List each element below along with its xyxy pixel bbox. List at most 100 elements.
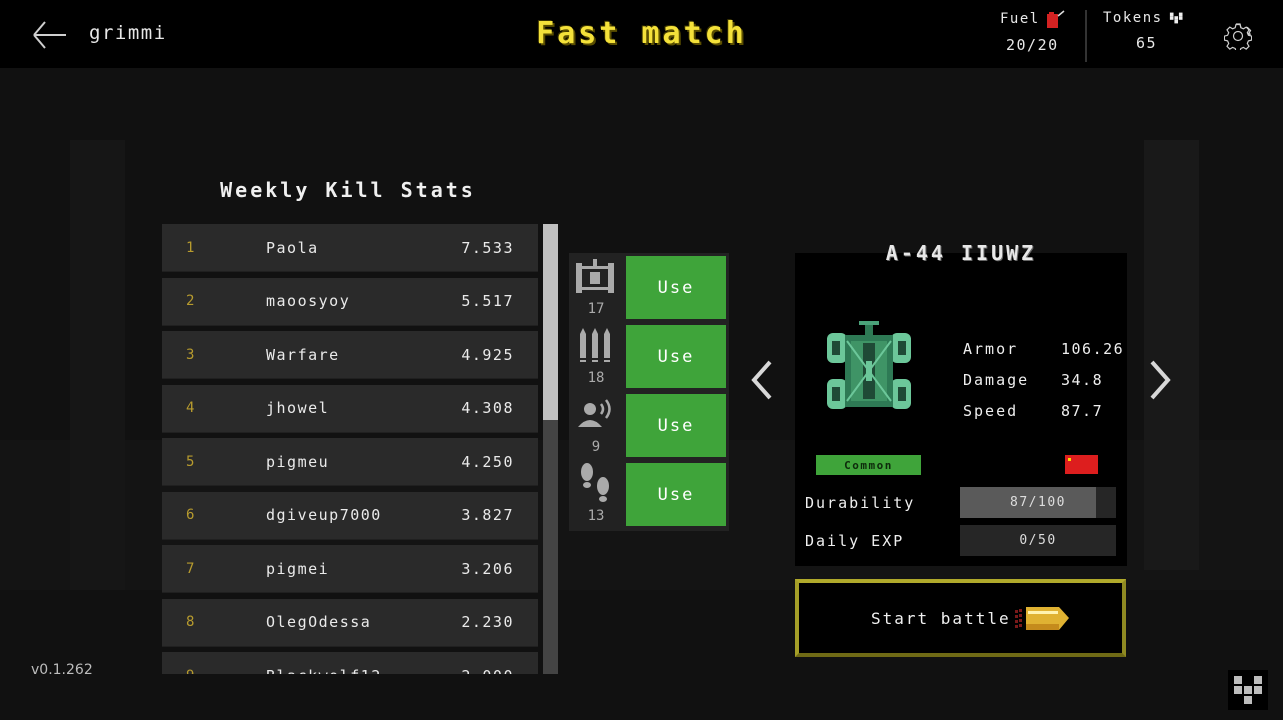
player-name: Paola bbox=[266, 238, 319, 257]
stat-value: 87.7 bbox=[1061, 401, 1104, 420]
boost-count: 18 bbox=[587, 370, 605, 386]
leaderboard-row[interactable]: 6 dgiveup7000 3.827 bbox=[162, 491, 538, 540]
durability-bar: 87/100 bbox=[960, 487, 1116, 518]
rank: 2 bbox=[186, 293, 195, 309]
rank: 4 bbox=[186, 400, 195, 416]
gear-icon bbox=[1223, 23, 1253, 53]
daily-exp-bar: 0/50 bbox=[960, 525, 1116, 556]
player-name: dgiveup7000 bbox=[266, 506, 382, 524]
kill-score: 7.533 bbox=[461, 238, 514, 257]
durability-value: 87/100 bbox=[1010, 495, 1066, 510]
country-flag bbox=[1065, 455, 1098, 474]
boost-count: 17 bbox=[587, 301, 605, 317]
leaderboard-row[interactable]: 3 Warfare 4.925 bbox=[162, 331, 538, 379]
rank: 8 bbox=[186, 614, 195, 630]
use-repair-button[interactable]: Use bbox=[626, 256, 726, 319]
fuel-can-icon bbox=[1046, 10, 1065, 28]
boost-count: 13 bbox=[587, 508, 605, 524]
rank: 3 bbox=[186, 346, 195, 363]
kill-score: 3.827 bbox=[461, 506, 514, 524]
leaderboard-row[interactable]: 8 OlegOdessa 2.230 bbox=[162, 598, 538, 647]
bullet-icon bbox=[1015, 604, 1075, 634]
background-pillar-right bbox=[1144, 140, 1199, 570]
rank: 9 bbox=[186, 668, 206, 675]
leaderboard-row[interactable]: 2 maoosyoy 5.517 bbox=[162, 277, 538, 326]
boosts-panel: 17 Use 18 Use 9 Use 13 Use bbox=[569, 253, 729, 531]
header-divider bbox=[1085, 10, 1087, 62]
kill-score: 2.230 bbox=[461, 613, 514, 631]
player-name: jhowel bbox=[266, 399, 330, 417]
boost-radar: 9 Use bbox=[569, 391, 729, 459]
footprints-icon bbox=[572, 463, 618, 504]
player-name: Blackwolf12 bbox=[266, 667, 382, 675]
tank-name: A-44 IIUWZ bbox=[885, 241, 1037, 265]
ammo-icon bbox=[572, 326, 618, 366]
stat-row: Damage 34.8 bbox=[963, 364, 1124, 395]
boost-repair: 17 Use bbox=[569, 253, 729, 321]
leaderboard-row[interactable]: 7 pigmei 3.206 bbox=[162, 545, 538, 593]
tokens-label: Tokens bbox=[1103, 10, 1163, 26]
stat-row: Armor 106.26 bbox=[963, 333, 1124, 364]
chevron-left-icon bbox=[751, 360, 772, 400]
use-radar-button[interactable]: Use bbox=[626, 394, 726, 457]
boost-ammo: 18 Use bbox=[569, 322, 729, 390]
durability-label: Durability bbox=[805, 494, 916, 512]
background-pillar-left bbox=[70, 140, 125, 590]
player-name: maoosyoy bbox=[266, 292, 351, 310]
game-logo-button[interactable] bbox=[1228, 670, 1268, 710]
leaderboard-row[interactable]: 5 pigmeu 4.250 bbox=[162, 438, 538, 486]
next-tank-button[interactable] bbox=[1144, 358, 1174, 402]
token-icon bbox=[1169, 12, 1183, 24]
radar-person-icon bbox=[572, 395, 618, 435]
fuel-label: Fuel bbox=[1000, 11, 1040, 27]
leaderboard-scrollbar[interactable] bbox=[543, 224, 558, 674]
rank: 7 bbox=[186, 560, 195, 577]
stat-row: Speed 87.7 bbox=[963, 395, 1124, 426]
leaderboard-row[interactable]: 4 jhowel 4.308 bbox=[162, 384, 538, 433]
kill-score: 4.925 bbox=[461, 345, 514, 364]
leaderboard-row[interactable]: 9 Blackwolf12 2.000 bbox=[162, 652, 538, 674]
chevron-right-icon bbox=[1150, 360, 1171, 400]
tank-sprite bbox=[825, 321, 913, 417]
repair-kit-icon bbox=[572, 257, 618, 297]
kill-score: 4.250 bbox=[461, 452, 514, 471]
stat-value: 34.8 bbox=[1061, 370, 1104, 389]
rank: 1 bbox=[186, 239, 195, 256]
player-name: pigmei bbox=[266, 559, 330, 578]
tank-card: Armor 106.26 Damage 34.8 Speed 87.7 Common Du… bbox=[795, 253, 1127, 566]
leaderboard-row[interactable]: 1 Paola 7.533 bbox=[162, 224, 538, 272]
leaderboard-list: 1 Paola 7.533 2 maoosyoy 5.517 3 Warfare 4.925 4 j… bbox=[162, 224, 538, 674]
player-name: OlegOdessa bbox=[266, 613, 372, 631]
settings-button[interactable] bbox=[1223, 22, 1253, 53]
daily-exp-value: 0/50 bbox=[1019, 533, 1057, 548]
kill-score: 2.000 bbox=[461, 667, 514, 675]
use-footprints-button[interactable]: Use bbox=[626, 463, 726, 526]
token-icon bbox=[1234, 676, 1262, 704]
player-name: Warfare bbox=[266, 345, 340, 364]
tokens-indicator: Tokens 65 bbox=[1103, 10, 1183, 52]
version-label: v0.1.262 bbox=[31, 662, 93, 678]
previous-tank-button[interactable] bbox=[748, 358, 778, 402]
start-battle-label: Start battle bbox=[871, 609, 1011, 628]
rarity-badge: Common bbox=[816, 455, 921, 475]
daily-exp-label: Daily EXP bbox=[805, 532, 905, 550]
rank: 5 bbox=[186, 453, 195, 470]
start-battle-button[interactable]: Start battle bbox=[795, 579, 1126, 657]
rank: 6 bbox=[186, 507, 195, 523]
tank-stats: Armor 106.26 Damage 34.8 Speed 87.7 bbox=[963, 333, 1124, 426]
player-name: pigmeu bbox=[266, 452, 330, 471]
fuel-indicator: Fuel 20/20 bbox=[1000, 10, 1070, 54]
leaderboard-title: Weekly Kill Stats bbox=[220, 178, 476, 202]
flag-star-icon bbox=[1068, 458, 1071, 461]
stat-value: 106.26 bbox=[1061, 339, 1125, 358]
boost-count: 9 bbox=[591, 439, 601, 455]
tokens-value: 65 bbox=[1136, 34, 1158, 52]
use-ammo-button[interactable]: Use bbox=[626, 325, 726, 388]
fuel-value: 20/20 bbox=[1006, 36, 1059, 54]
stat-label: Armor bbox=[963, 339, 1019, 358]
scrollbar-thumb[interactable] bbox=[543, 224, 558, 420]
top-bar: grimmi Fast match Fuel 20/20 Tokens 65 bbox=[0, 0, 1283, 68]
stat-label: Damage bbox=[963, 370, 1030, 389]
stat-label: Speed bbox=[963, 401, 1019, 420]
boost-footprints: 13 Use bbox=[569, 460, 729, 528]
